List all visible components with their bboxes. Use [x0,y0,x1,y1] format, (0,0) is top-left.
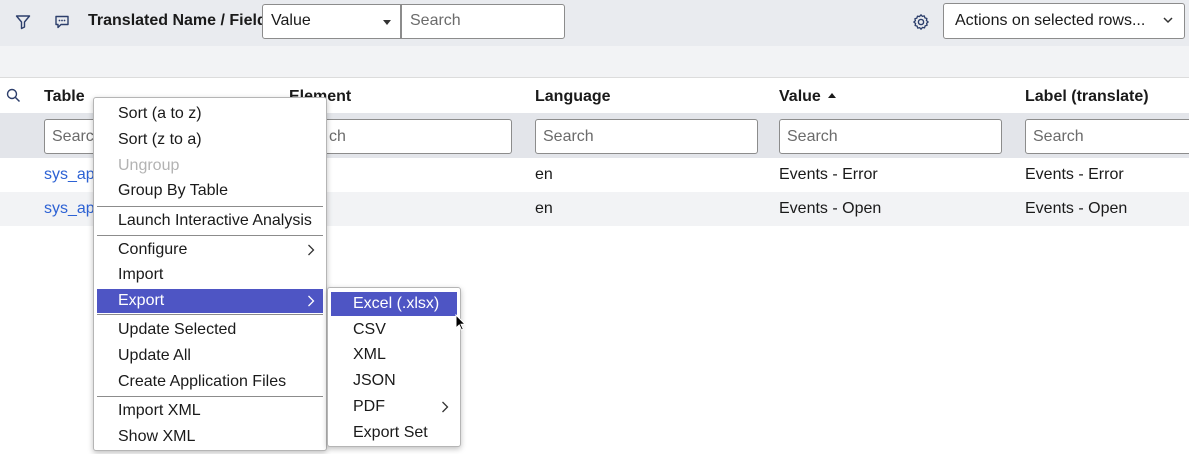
menu-item-export[interactable]: Export [97,289,323,313]
menu-item-create-application-files[interactable]: Create Application Files [97,370,323,394]
menu-item-configure[interactable]: Configure [97,238,323,262]
menu-item-configure-label: Configure [118,241,188,258]
sort-ascending-icon [827,93,836,98]
filter-icon[interactable] [12,11,34,33]
list-search-input[interactable]: Search [401,4,565,39]
menu-divider [97,235,323,236]
language-column-search[interactable]: Search [535,119,758,154]
menu-item-export-set[interactable]: Export Set [331,421,457,445]
menu-divider [97,396,323,397]
menu-item-import[interactable]: Import [97,263,323,287]
mouse-pointer-icon [455,313,467,337]
column-header-value-label: Value [779,88,821,105]
menu-divider [97,314,323,315]
language-cell: en [535,166,553,183]
column-header-language[interactable]: Language [535,88,611,106]
value-cell: Events - Error [779,166,878,183]
menu-item-update-selected[interactable]: Update Selected [97,318,323,342]
actions-select[interactable]: Actions on selected rows... [943,3,1185,39]
export-submenu: Excel (.xlsx) CSV XML JSON PDF Export Se… [327,287,461,447]
value-cell: Events - Open [779,200,882,217]
breadcrumb-bar [0,46,1189,78]
menu-item-export-excel[interactable]: Excel (.xlsx) [331,292,457,316]
menu-item-sort-z-a[interactable]: Sort (z to a) [97,128,323,152]
search-icon[interactable] [6,88,21,108]
language-cell: en [535,200,553,217]
column-header-label[interactable]: Label (translate) [1025,88,1149,106]
menu-item-export-label: Export [118,292,165,309]
column-header-value[interactable]: Value [779,88,836,106]
menu-item-ungroup: Ungroup [118,157,180,174]
list-toolbar: Translated Name / Fields Value Search Ac… [0,0,1189,46]
menu-divider [97,206,323,207]
search-field-select[interactable]: Value [262,4,401,39]
chevron-right-icon [307,289,315,321]
search-field-select-value: Value [271,12,311,29]
menu-item-launch-interactive-analysis[interactable]: Launch Interactive Analysis [97,209,323,233]
column-context-menu: Sort (a to z) Sort (z to a) Ungroup Grou… [93,97,327,451]
menu-item-update-all[interactable]: Update All [97,344,323,368]
label-column-search[interactable]: Search [1025,119,1189,154]
menu-item-import-xml[interactable]: Import XML [97,399,323,423]
menu-item-export-pdf-label: PDF [353,398,385,415]
menu-item-show-xml[interactable]: Show XML [97,425,323,449]
gear-icon[interactable] [910,11,932,33]
label-cell: Events - Open [1025,200,1128,217]
menu-item-sort-a-z[interactable]: Sort (a to z) [97,102,323,126]
menu-item-group-by-table[interactable]: Group By Table [97,179,323,203]
comment-icon[interactable] [51,11,73,33]
menu-item-export-csv[interactable]: CSV [331,318,457,342]
menu-item-export-xml[interactable]: XML [331,343,457,367]
caret-down-icon [383,20,391,25]
value-column-search[interactable]: Search [779,119,1002,154]
menu-item-export-pdf[interactable]: PDF [331,395,457,419]
column-header-table[interactable]: Table [44,88,85,106]
list-title: Translated Name / Fields [88,12,276,29]
chevron-down-icon [1162,13,1174,31]
menu-item-export-json[interactable]: JSON [331,369,457,393]
label-cell: Events - Error [1025,166,1124,183]
actions-select-value: Actions on selected rows... [955,12,1146,29]
